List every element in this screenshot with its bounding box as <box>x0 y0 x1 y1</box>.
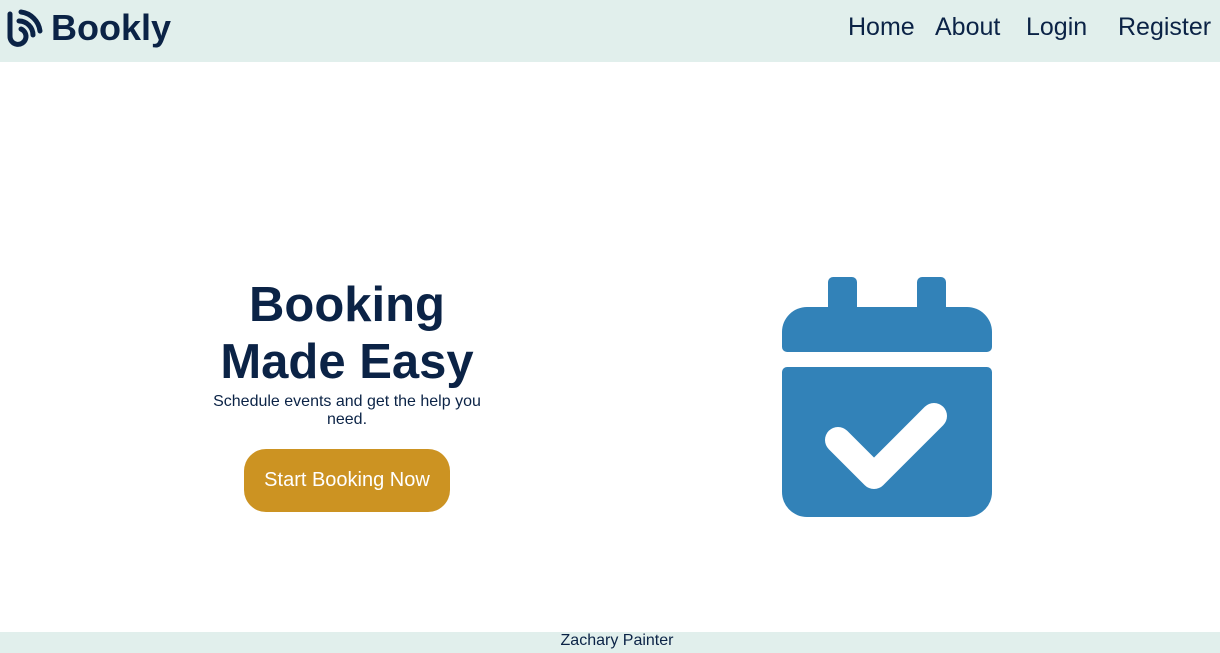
footer-author: Zachary Painter <box>560 632 674 649</box>
start-booking-button[interactable]: Start Booking Now <box>244 449 450 512</box>
nav-link-home[interactable]: Home <box>848 12 915 42</box>
nav-link-register[interactable]: Register <box>1118 12 1211 42</box>
brand-logo-icon <box>7 9 43 47</box>
nav-link-login[interactable]: Login <box>1026 12 1087 42</box>
brand-logo-link[interactable]: Bookly <box>5 6 171 50</box>
hero-title: Booking Made Easy <box>177 277 517 391</box>
calendar-check-icon <box>782 277 992 517</box>
hero-subtitle: Schedule events and get the help you nee… <box>213 393 481 428</box>
nav-link-about[interactable]: About <box>935 12 1000 42</box>
brand-name: Bookly <box>51 7 172 48</box>
footer: Zachary Painter <box>0 632 1220 653</box>
navbar: Bookly Home About Login Register <box>0 0 1220 62</box>
hero-title-line-2: Made Easy <box>220 335 474 389</box>
hero-title-line-1: Booking <box>249 278 445 332</box>
